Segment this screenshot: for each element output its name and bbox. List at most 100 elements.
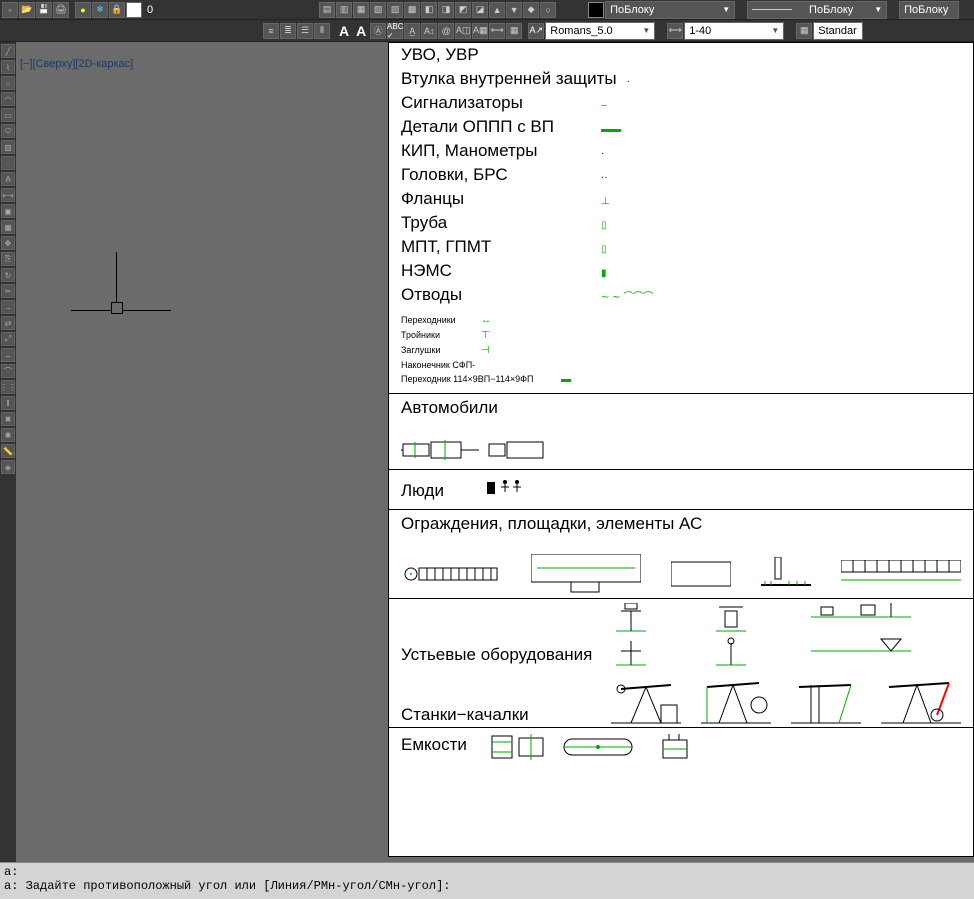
viewport-label[interactable]: [−][Сверху][2D-каркас] [20,58,133,70]
vtool-text[interactable]: A [1,172,15,186]
layer-lock-icon[interactable]: 🔒 [109,2,125,18]
icon-justify4[interactable]: ⫴ [314,23,330,39]
layer-name[interactable]: 0 [143,4,157,16]
subcat-row: Заглушки⊣ [389,343,973,358]
layer-freeze-icon[interactable]: ❄ [92,2,108,18]
vtool-measure[interactable]: 📏 [1,444,15,458]
cat-label: Втулка внутренней защиты [401,69,617,89]
layer-lightbulb-icon[interactable]: ● [75,2,91,18]
vtool-copy[interactable]: ⎘ [1,252,15,266]
icon-a3[interactable]: A↕ [421,23,437,39]
icon-a6[interactable]: A▦ [472,23,488,39]
icon-t3[interactable]: ▦ [353,2,369,18]
cat-row: Сигнализаторы– [389,91,973,115]
icon-t2[interactable]: ▥ [336,2,352,18]
linetype-dropdown[interactable]: ПоБлоку ▼ [747,1,887,19]
icon-dim[interactable]: ⟷ [489,23,505,39]
icon-t4[interactable]: ▧ [370,2,386,18]
icon-t5[interactable]: ▨ [387,2,403,18]
dimstyle-icon[interactable]: ⟷ [667,23,683,39]
vtool-erase[interactable]: ✖ [1,412,15,426]
cat-row: Труба▯ [389,211,973,235]
tablestyle-dropdown[interactable]: Standar [813,22,863,40]
vtool-arc[interactable]: ◠ [1,92,15,106]
command-line[interactable]: а: а: Задайте противоположный угол или [… [0,862,974,899]
vtool-stretch[interactable]: ↔ [1,348,15,362]
icon-t14[interactable]: ○ [540,2,556,18]
chevron-down-icon: ▼ [874,5,882,14]
tank-sym-4 [661,734,691,760]
icon-open[interactable]: 📂 [19,2,35,18]
icon-a1[interactable]: Ⓐ [370,23,386,39]
linetype-dropdown-value: ПоБлоку [809,4,853,16]
vtool-scale[interactable]: ⤢ [1,332,15,346]
color-swatch-icon[interactable] [588,2,604,18]
lineweight-dropdown[interactable]: ПоБлоку [899,1,959,19]
chevron-down-icon: ▼ [722,5,730,14]
vtool-dim[interactable]: ⟷ [1,188,15,202]
icon-t6[interactable]: ▩ [404,2,420,18]
icon-t7[interactable]: ◧ [421,2,437,18]
section-people: Люди [389,470,973,510]
dimscale-dropdown[interactable]: 1-40 ▼ [684,22,784,40]
vtool-extend[interactable]: → [1,300,15,314]
vtool-rotate[interactable]: ↻ [1,268,15,282]
color-dropdown[interactable]: ПоБлоку ▼ [605,1,735,19]
vtool-polyline[interactable]: ⌇ [1,60,15,74]
equipment-symbols [611,603,961,725]
icon-t13[interactable]: ◆ [523,2,539,18]
icon-t9[interactable]: ◩ [455,2,471,18]
icon-t11[interactable]: ▲ [489,2,505,18]
cat-label: Головки, БРС [401,165,591,185]
vtool-array[interactable]: ⋮⋮ [1,380,15,394]
cat-row: КИП, Манометры· [389,139,973,163]
icon-spellcheck[interactable]: ABC✓ [387,23,403,39]
vtool-offset[interactable]: ‖ [1,396,15,410]
vtool-trim[interactable]: ✂ [1,284,15,298]
icon-a2[interactable]: A̲ [404,23,420,39]
section-title: Люди [401,481,444,500]
icon-a5[interactable]: A◫ [455,23,471,39]
vtool-hatch[interactable]: ▨ [1,140,15,154]
vtool-mirror[interactable]: ⇄ [1,316,15,330]
icon-save[interactable]: 💾 [36,2,52,18]
wellhead-sym-2 [711,603,751,633]
icon-new[interactable]: ▫ [2,2,18,18]
icon-t1[interactable]: ▤ [319,2,335,18]
icon-justify3[interactable]: ☰ [297,23,313,39]
font-dropdown[interactable]: Romans_5.0 ▼ [545,22,655,40]
vtool-ellipse[interactable]: ⬭ [1,124,15,138]
vtool-rect[interactable]: ▭ [1,108,15,122]
subcat-row: Переходник 114×9ВП−114×9ФП▬ [389,372,973,387]
vtool-explode[interactable]: ✱ [1,428,15,442]
subcat-symbol: ↔ [481,315,491,326]
icon-t12[interactable]: ▼ [506,2,522,18]
subcat-row: Наконечник СФП- [389,358,973,372]
icon-justify1[interactable]: ≡ [263,23,279,39]
icon-a4[interactable]: @ [438,23,454,39]
vtool-point[interactable]: · [1,156,15,170]
icon-t10[interactable]: ◪ [472,2,488,18]
viewport-label-text: [−][Сверху][2D-каркас] [20,58,133,70]
cat-label: Труба [401,213,591,233]
vtool-table[interactable]: ▦ [1,220,15,234]
vtool-line[interactable]: ╱ [1,44,15,58]
vtool-fillet[interactable]: ⌒ [1,364,15,378]
mtext-icon[interactable]: A [353,23,369,39]
vtool-move[interactable]: ✥ [1,236,15,250]
text-icon-big[interactable]: A [336,23,352,39]
lineweight-dropdown-value: ПоБлоку [904,4,948,16]
icon-t8[interactable]: ◨ [438,2,454,18]
drawing-canvas[interactable]: [−][Сверху][2D-каркас] УВО, УВР Втулка в… [16,42,974,862]
vtool-block[interactable]: ▣ [1,204,15,218]
pumpjack-sym-2 [701,675,771,725]
icon-plot[interactable]: 🖨 [53,2,69,18]
fence-sym-3 [671,560,731,588]
icon-justify2[interactable]: ≣ [280,23,296,39]
section-title-wellhead: Устьевые оборудования [401,645,601,665]
vtool-region[interactable]: ◈ [1,460,15,474]
tablestyle-icon[interactable]: ▦ [796,23,812,39]
textstyle-icon[interactable]: A↗ [528,23,544,39]
vtool-circle[interactable]: ○ [1,76,15,90]
icon-table[interactable]: ▦ [506,23,522,39]
